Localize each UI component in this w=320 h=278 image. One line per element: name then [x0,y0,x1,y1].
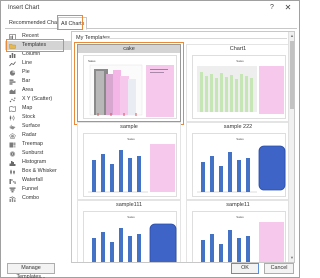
templates-scrollbar[interactable]: ▲ ▼ [288,32,294,262]
scroll-down-icon[interactable]: ▼ [290,255,294,260]
template-highlight-box [74,42,184,125]
sample111-preview-chart: Sales [92,215,177,262]
sidebar-item-radar[interactable]: Radar [5,131,71,140]
sidebar-item-label: Bar [22,78,31,84]
sidebar-item-label: Histogram [22,159,47,165]
template-preview: Sales [83,211,177,262]
sidebar-item-label: Treemap [22,141,43,147]
sidebar-item-label: Area [22,87,34,93]
template-sample111[interactable]: sample111 Sales [77,200,181,262]
sidebar-item-surface[interactable]: Surface [5,122,71,131]
ok-button[interactable]: OK [231,263,259,274]
waterfall-chart-icon [9,178,16,184]
sidebar-item-bar[interactable]: Bar [5,77,71,86]
box-whisker-chart-icon [10,169,15,174]
sidebar-item-label: Radar [22,132,37,138]
preview-caption: Sales [236,215,244,219]
combo-chart-icon [9,195,16,202]
template-sample[interactable]: sample Sales [77,122,181,200]
treemap-chart-icon [9,142,16,147]
funnel-chart-icon [9,187,16,192]
sidebar-item-label: Sunburst [22,150,44,156]
sidebar-item-treemap[interactable]: Treemap [5,140,71,149]
template-name: sample 222 [223,124,253,130]
template-sample11[interactable]: sample11 Sales [186,200,290,262]
template-preview: Sales [192,133,286,197]
chart1-preview-chart: Sales [197,59,284,114]
sidebar-item-sunburst[interactable]: Sunburst [5,149,71,158]
column-chart-icon [9,52,16,58]
section-divider [102,38,287,39]
sidebar-item-label: Waterfall [22,177,43,183]
map-chart-icon [9,105,16,112]
sidebar-item-label: Pie [22,69,30,75]
template-name: Chart1 [229,46,247,52]
line-chart-icon [9,61,16,66]
template-name: sample11 [226,202,250,208]
surface-chart-icon [9,124,16,129]
template-chart1[interactable]: Chart1 Sales [186,44,290,122]
sidebar-item-area[interactable]: Area [5,86,71,95]
chart-type-sidebar: Recent Templates Column Line Pie Bar Are… [5,31,71,261]
preview-caption: Sales [127,215,135,219]
templates-panel: My Templates cake Sales Chart1 Sales sam… [71,31,295,263]
sample222-preview-chart: Sales [197,137,286,193]
scroll-up-icon[interactable]: ▲ [290,33,294,38]
sidebar-item-line[interactable]: Line [5,59,71,68]
sidebar-item-label: Stock [22,114,36,120]
manage-templates-button[interactable]: Manage Templates... [7,263,55,278]
insert-chart-dialog: Insert Chart ? ✕ Recommended Charts All … [0,0,300,278]
help-icon[interactable]: ? [267,3,277,13]
stock-chart-icon [9,115,15,120]
sidebar-item-label: Line [22,60,33,66]
scatter-chart-icon [9,97,16,102]
template-preview: Sales [192,55,286,119]
pie-chart-icon [9,69,16,76]
sidebar-item-scatter[interactable]: X Y (Scatter) [5,95,71,104]
template-sample-222[interactable]: sample 222 Sales [186,122,290,200]
sidebar-item-histogram[interactable]: Histogram [5,158,71,167]
dialog-title: Insert Chart [8,5,40,11]
bar-chart-icon [9,79,16,85]
sidebar-item-label: Map [22,105,33,111]
sidebar-item-pie[interactable]: Pie [5,68,71,77]
close-icon[interactable]: ✕ [283,3,293,13]
sidebar-item-label: Surface [22,123,41,129]
template-name: sample111 [115,202,143,208]
histogram-chart-icon [9,160,16,166]
sample-preview-chart: Sales [88,137,175,193]
title-bar: Insert Chart ? ✕ [1,1,299,15]
sample11-preview-chart: Sales [201,215,284,262]
template-name: sample [120,124,138,130]
sidebar-item-label: Box & Whisker [22,168,57,174]
template-preview: Sales [83,133,177,197]
sidebar-item-funnel[interactable]: Funnel [5,185,71,194]
preview-caption: Sales [236,59,244,63]
sidebar-item-box-whisker[interactable]: Box & Whisker [5,167,71,176]
sidebar-item-label: Combo [22,195,40,201]
preview-caption: Sales [127,137,135,141]
sidebar-item-combo[interactable]: Combo [5,194,71,203]
radar-chart-icon [9,132,16,139]
tab-strip: Recommended Charts All Charts [5,15,297,30]
sidebar-item-map[interactable]: Map [5,104,71,113]
tab-highlight-box [57,15,83,30]
cancel-button[interactable]: Cancel [264,263,294,274]
sidebar-highlight-box [6,39,64,52]
scrollbar-thumb[interactable] [290,41,294,109]
preview-caption: Sales [236,137,244,141]
template-preview: Sales [192,211,286,262]
sidebar-item-label: X Y (Scatter) [22,96,53,102]
sidebar-item-stock[interactable]: Stock [5,113,71,122]
sidebar-item-waterfall[interactable]: Waterfall [5,176,71,185]
sunburst-chart-icon [9,150,16,157]
area-chart-icon [9,88,16,94]
sidebar-item-label: Funnel [22,186,39,192]
